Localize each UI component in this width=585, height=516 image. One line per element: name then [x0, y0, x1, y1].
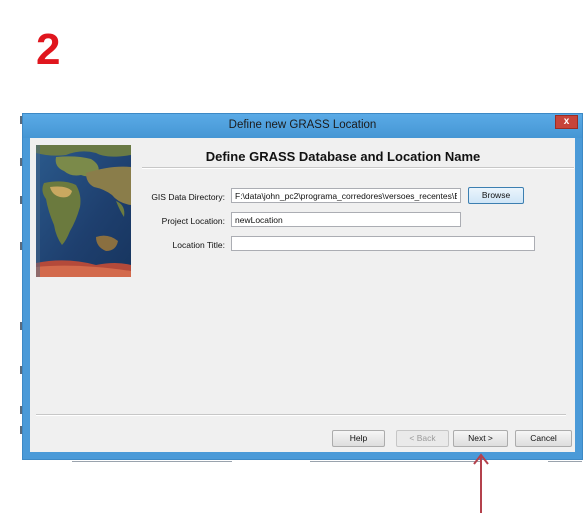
back-button: < Back — [396, 430, 449, 447]
footer-divider — [36, 414, 566, 416]
world-map-icon — [36, 145, 131, 277]
background-window-fragment — [310, 461, 480, 462]
heading-divider — [142, 167, 574, 169]
dialog-body: Define GRASS Database and Location Name … — [30, 138, 575, 452]
browse-button[interactable]: Browse — [468, 187, 524, 204]
background-window-fragment — [72, 461, 232, 462]
close-button[interactable]: x — [555, 115, 578, 129]
location-title-field[interactable] — [231, 236, 535, 251]
gis-data-directory-field[interactable] — [231, 188, 461, 203]
pointer-arrow-icon — [473, 453, 489, 513]
dialog-window: Define new GRASS Location x Define GRASS… — [22, 113, 583, 460]
step-number: 2 — [36, 25, 61, 74]
background-window-fragment — [548, 461, 582, 462]
dialog-titlebar[interactable]: Define new GRASS Location x — [23, 114, 582, 138]
cancel-button[interactable]: Cancel — [515, 430, 572, 447]
gis-data-directory-label: GIS Data Directory: — [151, 192, 225, 202]
location-title-label: Location Title: — [172, 240, 225, 250]
world-map-image — [36, 145, 131, 277]
close-icon: x — [563, 116, 570, 127]
project-location-label: Project Location: — [161, 216, 225, 226]
page-heading: Define GRASS Database and Location Name — [205, 149, 481, 164]
dialog-title: Define new GRASS Location — [228, 119, 377, 131]
next-button[interactable]: Next > — [453, 430, 508, 447]
help-button[interactable]: Help — [332, 430, 385, 447]
project-location-field[interactable] — [231, 212, 461, 227]
